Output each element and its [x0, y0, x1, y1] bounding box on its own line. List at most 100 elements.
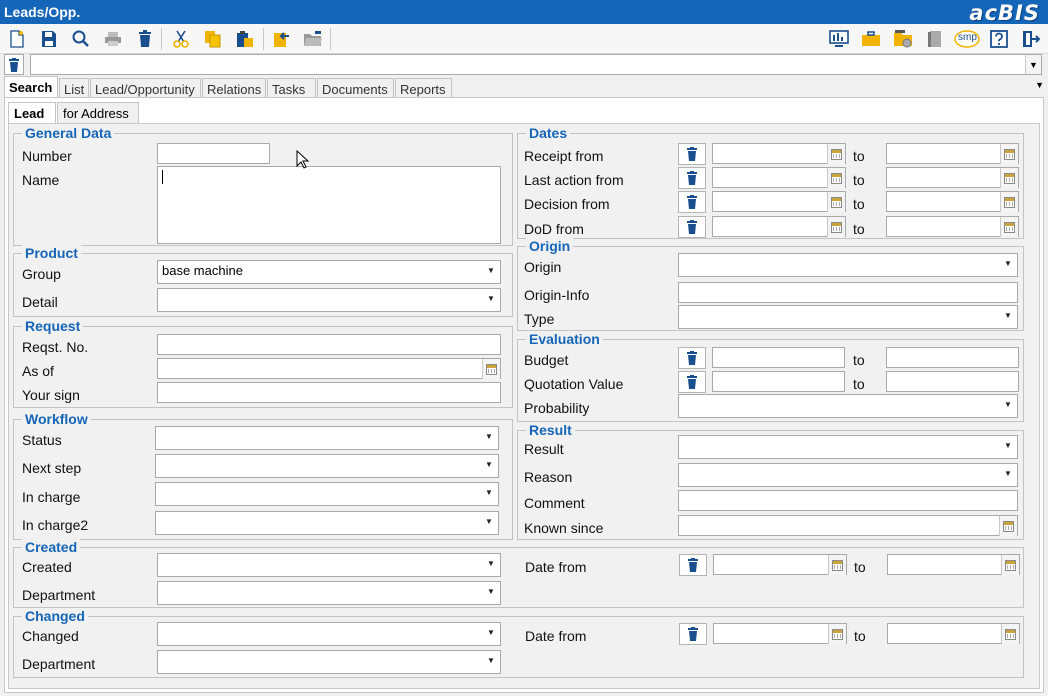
- clear-budget-button[interactable]: [678, 347, 706, 369]
- tab-documents[interactable]: Documents: [317, 78, 394, 98]
- changed-by-select[interactable]: ▼: [157, 622, 501, 646]
- open-folder-icon[interactable]: [302, 28, 324, 50]
- receipt-from-input[interactable]: [712, 143, 846, 164]
- origin-select[interactable]: ▼: [678, 253, 1018, 277]
- chevron-down-icon[interactable]: ▼: [484, 584, 498, 600]
- status-select[interactable]: ▼: [155, 426, 499, 450]
- tabs-scroll-icon[interactable]: ▼: [1035, 80, 1044, 90]
- folder-settings-icon[interactable]: [892, 28, 914, 50]
- comment-input[interactable]: [678, 490, 1018, 511]
- budget-to-input[interactable]: [886, 347, 1019, 368]
- chevron-down-icon[interactable]: ▼: [1025, 55, 1041, 74]
- quotation-to-input[interactable]: [886, 371, 1019, 392]
- calendar-icon[interactable]: [827, 144, 845, 164]
- chevron-down-icon[interactable]: ▼: [484, 263, 498, 279]
- your-sign-input[interactable]: [157, 382, 501, 403]
- chevron-down-icon[interactable]: ▼: [1001, 466, 1015, 482]
- tab-lead-opportunity[interactable]: Lead/Opportunity: [90, 78, 201, 98]
- chevron-down-icon[interactable]: ▼: [482, 514, 496, 530]
- tab-reports[interactable]: Reports: [395, 78, 452, 98]
- tab-tasks[interactable]: Tasks: [267, 78, 316, 98]
- decision-to-input[interactable]: [886, 191, 1019, 212]
- tab-relations[interactable]: Relations: [202, 78, 266, 98]
- filter-select[interactable]: ▼: [30, 54, 1042, 75]
- origin-info-input[interactable]: [678, 282, 1018, 303]
- chevron-down-icon[interactable]: ▼: [1001, 397, 1015, 413]
- monitor-icon[interactable]: [828, 28, 850, 50]
- tab-search[interactable]: Search: [4, 76, 58, 98]
- calendar-icon[interactable]: [482, 359, 500, 379]
- calendar-icon[interactable]: [827, 192, 845, 212]
- group-select[interactable]: base machine ▼: [157, 260, 501, 284]
- search-icon[interactable]: [70, 28, 92, 50]
- quotation-from-input[interactable]: [712, 371, 845, 392]
- type-select[interactable]: ▼: [678, 305, 1018, 329]
- clear-created-date-button[interactable]: [679, 554, 707, 576]
- subtab-for-address[interactable]: for Address: [57, 102, 139, 124]
- detail-select[interactable]: ▼: [157, 288, 501, 312]
- export-icon[interactable]: [270, 28, 292, 50]
- in-charge-select[interactable]: ▼: [155, 482, 499, 506]
- print-icon[interactable]: [102, 28, 124, 50]
- reqst-no-input[interactable]: [157, 334, 501, 355]
- paste-icon[interactable]: [234, 28, 256, 50]
- chevron-down-icon[interactable]: ▼: [1001, 256, 1015, 272]
- changed-date-to-input[interactable]: [887, 623, 1020, 644]
- chevron-down-icon[interactable]: ▼: [1001, 438, 1015, 454]
- budget-from-input[interactable]: [712, 347, 845, 368]
- subtab-lead[interactable]: Lead: [8, 102, 56, 124]
- probability-select[interactable]: ▼: [678, 394, 1018, 418]
- save-icon[interactable]: [38, 28, 60, 50]
- clear-changed-date-button[interactable]: [679, 623, 707, 645]
- calendar-icon[interactable]: [1000, 144, 1018, 164]
- calendar-icon[interactable]: [1000, 168, 1018, 188]
- clear-decision-button[interactable]: [678, 191, 706, 213]
- book-icon[interactable]: [924, 28, 946, 50]
- chevron-down-icon[interactable]: ▼: [484, 556, 498, 572]
- created-by-select[interactable]: ▼: [157, 553, 501, 577]
- created-date-from-input[interactable]: [713, 554, 847, 575]
- tab-list[interactable]: List: [59, 78, 89, 98]
- chevron-down-icon[interactable]: ▼: [482, 457, 496, 473]
- last-action-to-input[interactable]: [886, 167, 1019, 188]
- chevron-down-icon[interactable]: ▼: [484, 291, 498, 307]
- clear-last-action-button[interactable]: [678, 167, 706, 189]
- delete-icon[interactable]: [134, 28, 156, 50]
- chevron-down-icon[interactable]: ▼: [1001, 308, 1015, 324]
- calendar-icon[interactable]: [828, 555, 846, 575]
- chevron-down-icon[interactable]: ▼: [482, 429, 496, 445]
- calendar-icon[interactable]: [1000, 217, 1018, 237]
- name-textarea[interactable]: [157, 166, 501, 244]
- exit-icon[interactable]: [1020, 28, 1042, 50]
- clear-receipt-button[interactable]: [678, 143, 706, 165]
- clear-dod-button[interactable]: [678, 216, 706, 238]
- calendar-icon[interactable]: [1000, 192, 1018, 212]
- created-department-select[interactable]: ▼: [157, 581, 501, 605]
- receipt-to-input[interactable]: [886, 143, 1019, 164]
- changed-department-select[interactable]: ▼: [157, 650, 501, 674]
- clear-filter-button[interactable]: [4, 54, 24, 75]
- chevron-down-icon[interactable]: ▼: [482, 485, 496, 501]
- calendar-icon[interactable]: [1001, 624, 1019, 644]
- chevron-down-icon[interactable]: ▼: [484, 653, 498, 669]
- reason-select[interactable]: ▼: [678, 463, 1018, 487]
- new-icon[interactable]: [6, 28, 28, 50]
- decision-from-input[interactable]: [712, 191, 846, 212]
- help-icon[interactable]: [988, 28, 1010, 50]
- as-of-input[interactable]: [157, 358, 501, 379]
- known-since-input[interactable]: [678, 515, 1018, 536]
- dod-to-input[interactable]: [886, 216, 1019, 237]
- briefcase-icon[interactable]: [860, 28, 882, 50]
- dod-from-input[interactable]: [712, 216, 846, 237]
- number-input[interactable]: [157, 143, 270, 164]
- calendar-icon[interactable]: [999, 516, 1017, 536]
- chevron-down-icon[interactable]: ▼: [484, 625, 498, 641]
- cut-icon[interactable]: [170, 28, 192, 50]
- in-charge2-select[interactable]: ▼: [155, 511, 499, 535]
- last-action-from-input[interactable]: [712, 167, 846, 188]
- calendar-icon[interactable]: [827, 217, 845, 237]
- created-date-to-input[interactable]: [887, 554, 1020, 575]
- next-step-select[interactable]: ▼: [155, 454, 499, 478]
- calendar-icon[interactable]: [827, 168, 845, 188]
- copy-icon[interactable]: [202, 28, 224, 50]
